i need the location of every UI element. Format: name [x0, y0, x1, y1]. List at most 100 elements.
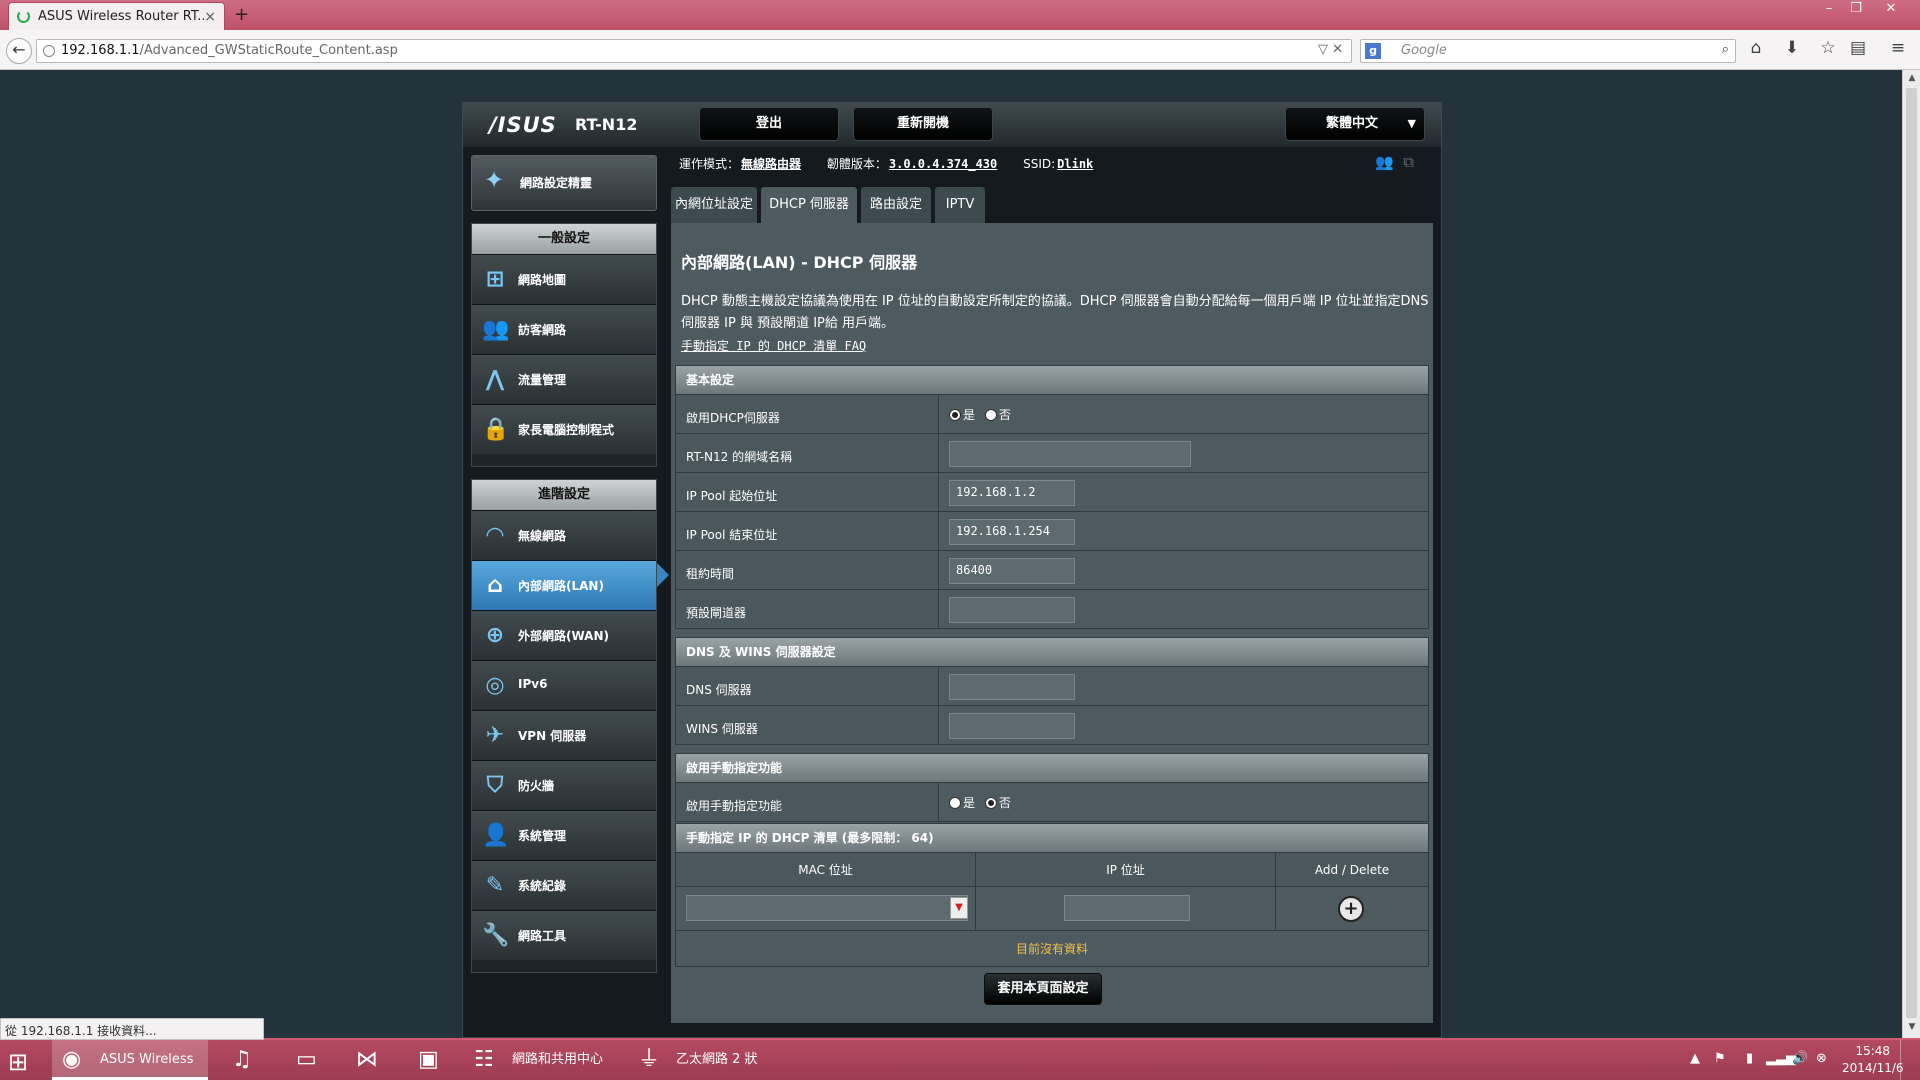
minimize-icon[interactable]: – [1816, 0, 1842, 18]
itunes-icon: ♫ [232, 1047, 252, 1072]
firmware-value[interactable]: 3.0.0.4.374_430 [889, 157, 997, 171]
scroll-up-icon[interactable]: ▲ [1903, 73, 1920, 83]
taskbar-item-firefox[interactable]: ◉ ASUS Wireless R... [52, 1040, 208, 1080]
dropdown-arrow-icon[interactable]: ▼ [950, 897, 968, 919]
tab-iptv[interactable]: IPTV [935, 187, 985, 223]
menu-icon[interactable]: ≡ [1886, 38, 1910, 58]
col-mac-header: MAC 位址 [676, 853, 976, 886]
sidebar-item-lan[interactable]: ⌂ 內部網路(LAN) [472, 560, 656, 610]
ipv6-icon: ◎ [485, 673, 505, 698]
windows-start-icon[interactable]: ⊞ [8, 1048, 28, 1076]
enable-dhcp-yes-radio[interactable] [949, 408, 961, 421]
logout-button[interactable]: 登出 [699, 107, 839, 141]
taskbar-clock[interactable]: 15:48 2014/11/6 [1842, 1043, 1904, 1077]
ssid-value[interactable]: Dlink [1057, 157, 1093, 171]
magic-wand-icon: ✦ [484, 166, 505, 194]
faq-link[interactable]: 手動指定 IP 的 DHCP 清單 FAQ [681, 337, 866, 354]
sidebar-item-traffic-manager[interactable]: ⋀ 流量管理 [472, 354, 656, 404]
default-gateway-input[interactable] [949, 597, 1075, 623]
sidebar-item-firewall[interactable]: ⛉ 防火牆 [472, 760, 656, 810]
bookmarks-list-icon[interactable]: ▤ [1846, 38, 1870, 58]
pool-start-input[interactable]: 192.168.1.2 [949, 480, 1075, 506]
show-desktop-button[interactable] [1900, 1040, 1920, 1080]
domain-name-input[interactable] [949, 441, 1191, 467]
bookmark-star-icon[interactable]: ☆ [1816, 38, 1840, 58]
tab-dhcp-server[interactable]: DHCP 伺服器 [761, 187, 857, 223]
taskbar-item-label: 乙太網路 2 狀態 [676, 1052, 758, 1067]
ssid-label: SSID: [1023, 157, 1056, 171]
wins-server-input[interactable] [949, 713, 1075, 739]
taskbar-item-explorer[interactable]: ▭ [280, 1040, 336, 1080]
restore-icon[interactable]: ❐ [1843, 0, 1869, 18]
mode-value[interactable]: 無線路由器 [741, 157, 801, 171]
taskbar-item-ethernet-status[interactable]: ⏚ 乙太網路 2 狀態 [628, 1040, 760, 1080]
close-window-icon[interactable]: ✕ [1878, 0, 1904, 18]
volume-icon[interactable]: 🔊 [1792, 1051, 1808, 1066]
url-path: /Advanced_GWStaticRoute_Content.asp [139, 43, 398, 58]
back-button[interactable]: ← [6, 38, 32, 64]
new-tab-button[interactable]: + [234, 4, 249, 25]
tab-close-icon[interactable]: × [204, 9, 216, 25]
sidebar-item-network-tools[interactable]: 🔧 網路工具 [472, 910, 656, 960]
action-center-flag-icon[interactable]: ⚑ [1714, 1051, 1726, 1066]
ip-address-input[interactable] [1064, 895, 1190, 921]
lease-time-input[interactable]: 86400 [949, 558, 1075, 584]
browser-status-bar: 從 192.168.1.1 接收資料... [0, 1018, 264, 1040]
vertical-scrollbar[interactable]: ▲ ▼ [1902, 70, 1920, 1038]
scrollbar-thumb[interactable] [1906, 88, 1917, 1018]
tab-route[interactable]: 路由設定 [861, 187, 931, 223]
quick-setup-button[interactable]: ✦ 網路設定精靈 [471, 155, 657, 211]
dns-wins-table: DNS 及 WINS 伺服器設定 DNS 伺服器 WINS 伺服器 [675, 637, 1429, 745]
notification-x-icon[interactable]: ⊗ [1816, 1051, 1827, 1066]
add-entry-icon[interactable]: + [1338, 896, 1364, 922]
no-data-text: 目前沒有資料 [676, 930, 1428, 966]
taskbar-item-network-center[interactable]: ☷ 網路和共用中心 [464, 1040, 624, 1080]
url-bar[interactable]: 192.168.1.1/Advanced_GWStaticRoute_Conte… [36, 39, 1352, 63]
taskbar-item-store[interactable]: ▣ [402, 1040, 458, 1080]
browser-tab[interactable]: ASUS Wireless Router RT... × [8, 2, 225, 30]
enable-dhcp-label: 啟用DHCP伺服器 [676, 395, 939, 433]
reboot-button[interactable]: 重新開機 [853, 107, 993, 141]
tab-lan-ip[interactable]: 內網位址設定 [671, 187, 757, 223]
scroll-down-icon[interactable]: ▼ [1903, 1022, 1920, 1032]
sidebar-item-wan[interactable]: ⊕ 外部網路(WAN) [472, 610, 656, 660]
url-dropdown-icon[interactable]: ▽ ✕ [1318, 42, 1343, 57]
clients-icon[interactable]: 👥 [1375, 153, 1394, 171]
parental-control-icon: 🔒 [482, 417, 510, 442]
dns-server-input[interactable] [949, 674, 1075, 700]
sidebar-item-system-log[interactable]: ✎ 系統紀錄 [472, 860, 656, 910]
model-name: RT-N12 [575, 115, 638, 134]
tray-expand-icon[interactable]: ▲ [1690, 1051, 1700, 1066]
lan-icon: ⌂ [487, 573, 503, 598]
usb-icon[interactable]: ⧉ [1403, 153, 1414, 171]
sidebar-item-label: 無線網路 [518, 529, 567, 543]
table-row: WINS 伺服器 [676, 705, 1428, 744]
enable-dhcp-no-radio[interactable] [984, 408, 997, 421]
apply-button[interactable]: 套用本頁面設定 [984, 973, 1102, 1005]
manual-assign-yes-radio[interactable] [949, 796, 961, 809]
sidebar-item-parental-control[interactable]: 🔒 家長電腦控制程式 [472, 404, 656, 454]
battery-icon[interactable]: ▮ [1746, 1051, 1753, 1066]
language-select[interactable]: 繁體中文 ▼ [1285, 107, 1425, 141]
manual-dhcp-list-table: 手動指定 IP 的 DHCP 清單 (最多限制： 64) MAC 位址 IP 位… [675, 823, 1429, 967]
sidebar-item-wireless[interactable]: ◠ 無線網路 [472, 510, 656, 560]
advanced-settings-menu: 進階設定 ◠ 無線網路 ⌂ 內部網路(LAN) ⊕ 外部網路(WAN) ◎ IPv6 ✈… [471, 479, 657, 973]
clock-date: 2014/11/6 [1842, 1061, 1904, 1075]
table-row: RT-N12 的網域名稱 [676, 433, 1428, 472]
mac-address-select[interactable] [686, 895, 968, 921]
taskbar-item-visual-studio[interactable]: ⋈ [340, 1040, 396, 1080]
home-icon[interactable]: ⌂ [1744, 38, 1768, 58]
guest-network-icon: 👥 [482, 317, 510, 342]
sidebar-item-administration[interactable]: 👤 系統管理 [472, 810, 656, 860]
sidebar-item-vpn[interactable]: ✈ VPN 伺服器 [472, 710, 656, 760]
pool-end-input[interactable]: 192.168.1.254 [949, 519, 1075, 545]
status-icons: 👥 ⧉ [1375, 153, 1414, 171]
taskbar-item-itunes[interactable]: ♫ [216, 1040, 272, 1080]
search-icon[interactable]: ⌕ [1722, 42, 1729, 57]
manual-assign-no-radio[interactable] [984, 796, 997, 809]
sidebar-item-network-map[interactable]: ⊞ 網路地圖 [472, 254, 656, 304]
sidebar-item-guest-network[interactable]: 👥 訪客網路 [472, 304, 656, 354]
download-icon[interactable]: ⬇ [1780, 38, 1804, 58]
sidebar-item-ipv6[interactable]: ◎ IPv6 [472, 660, 656, 710]
search-input[interactable]: g Google ⌕ [1360, 39, 1736, 63]
